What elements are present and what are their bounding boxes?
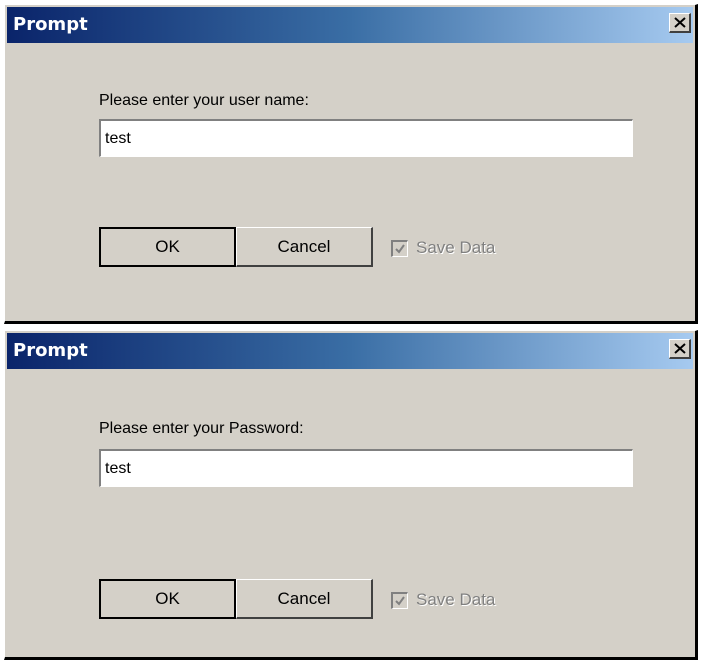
close-button[interactable] (669, 13, 691, 33)
password-input[interactable] (99, 449, 633, 487)
save-data-checkbox-group[interactable]: Save Data (391, 589, 495, 611)
checkmark-icon (395, 595, 405, 606)
dialog-title: Prompt (13, 14, 88, 35)
save-data-label: Save Data (416, 590, 496, 609)
title-bar[interactable]: Prompt (7, 333, 693, 369)
close-icon (674, 343, 686, 354)
cancel-button[interactable]: Cancel (236, 227, 373, 267)
username-input[interactable] (99, 119, 633, 157)
save-data-checkbox-group[interactable]: Save Data (391, 237, 495, 259)
title-bar[interactable]: Prompt (7, 7, 693, 43)
prompt-label: Please enter your Password: (99, 420, 304, 437)
checkmark-icon (395, 243, 405, 254)
save-data-label: Save Data (416, 238, 496, 257)
close-button[interactable] (669, 339, 691, 359)
save-data-checkbox[interactable] (391, 591, 408, 609)
ok-button[interactable]: OK (99, 579, 236, 619)
prompt-label: Please enter your user name: (99, 92, 309, 109)
prompt-dialog-password: Prompt Please enter your Password: OK Ca… (4, 330, 698, 660)
dialog-title: Prompt (13, 340, 88, 361)
prompt-dialog-username: Prompt Please enter your user name: OK C… (4, 4, 698, 324)
cancel-button[interactable]: Cancel (236, 579, 373, 619)
ok-button[interactable]: OK (99, 227, 236, 267)
save-data-checkbox[interactable] (391, 239, 408, 257)
close-icon (674, 17, 686, 28)
